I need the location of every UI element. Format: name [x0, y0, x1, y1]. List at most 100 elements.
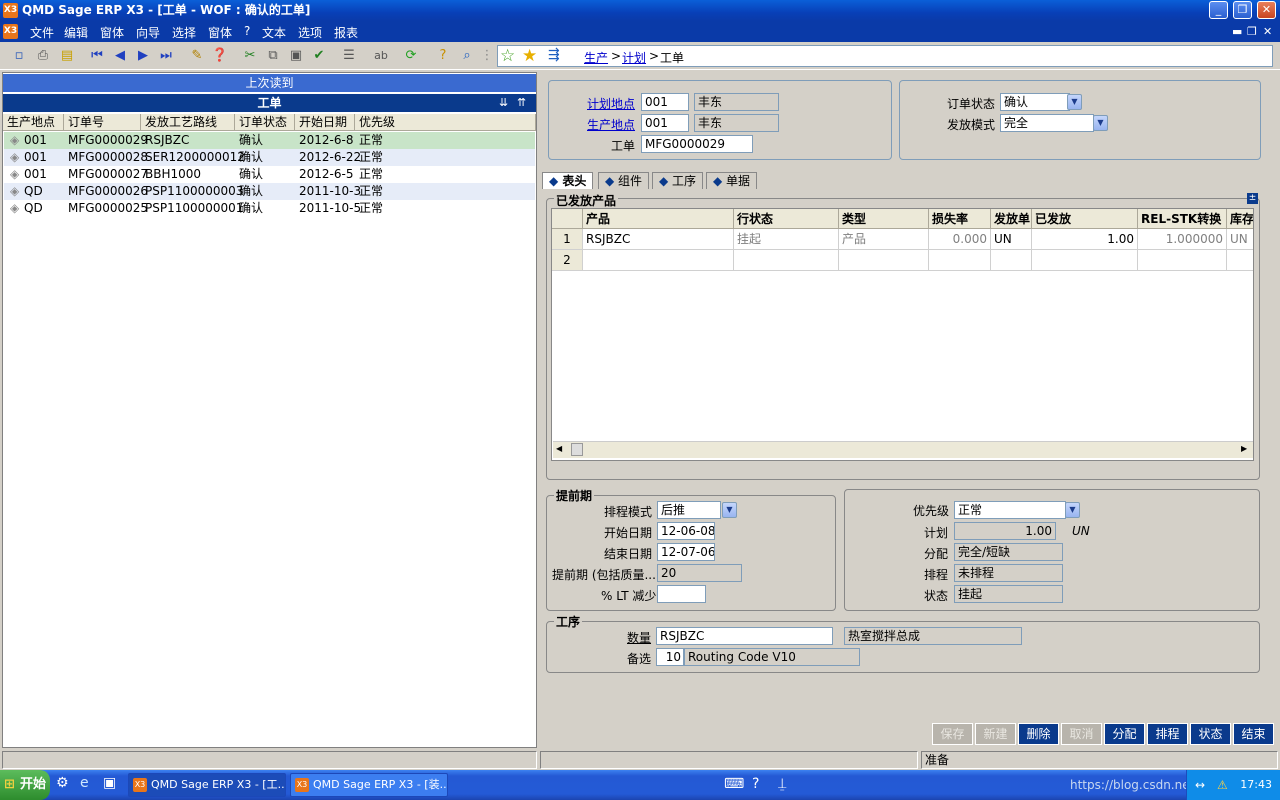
work-order-list-header[interactable]: 工单	[3, 94, 536, 112]
refresh-icon[interactable]: ⟳	[402, 47, 420, 65]
signpost-icon[interactable]: ⇶	[548, 47, 560, 63]
minimize-button[interactable]: _	[1209, 1, 1228, 19]
grid-cell-product[interactable]	[583, 250, 734, 271]
chevron-down-icon[interactable]: ▼	[1065, 502, 1080, 518]
breadcrumb-planning[interactable]: 计划	[622, 49, 646, 66]
quicklaunch-browser-icon[interactable]: e	[80, 775, 89, 791]
release-mode-select[interactable]: 完全	[1000, 114, 1094, 132]
menu-select[interactable]: 选择	[172, 24, 196, 41]
breadcrumb-production[interactable]: 生产	[584, 49, 608, 66]
cut-icon[interactable]: ✂	[241, 47, 259, 65]
previous-icon[interactable]: ◀	[111, 47, 129, 65]
chevron-down-icon[interactable]: ▼	[1067, 94, 1082, 110]
grid-cell-loss[interactable]	[929, 250, 991, 271]
favorite-outline-icon[interactable]: ☆	[500, 46, 515, 66]
taskbar-item[interactable]: X3 QMD Sage ERP X3 - [工...	[128, 773, 286, 797]
end-date-field[interactable]: 12-07-06	[657, 543, 715, 561]
grid-col-product[interactable]: 产品	[583, 209, 734, 229]
end-button[interactable]: 结束	[1233, 723, 1274, 745]
clock[interactable]: 17:43	[1240, 778, 1272, 791]
grid-col-loss[interactable]: 损失率	[929, 209, 991, 229]
grid-cell-type[interactable]	[839, 250, 929, 271]
grid-cell-line-status[interactable]: 挂起	[734, 229, 839, 250]
list-row[interactable]: ◈ QD MFG0000026 PSP1100000003 确认 2011-10…	[4, 183, 535, 200]
menu-window[interactable]: 窗体	[208, 24, 232, 41]
chevron-down-icon[interactable]: ▼	[1093, 115, 1108, 131]
new-icon[interactable]: ▫	[10, 47, 28, 65]
menu-wizard[interactable]: 向导	[136, 24, 160, 41]
arrow-tray-icon[interactable]: ↔	[1195, 770, 1205, 800]
app-icon[interactable]: X3	[3, 3, 18, 18]
plan-site-label[interactable]: 计划地点	[587, 95, 635, 112]
grid-options-icon[interactable]: ±	[1247, 193, 1258, 204]
tab-operations[interactable]: ◆ 工序	[652, 172, 704, 189]
menu-edit[interactable]: 编辑	[64, 24, 88, 41]
favorite-star-icon[interactable]: ★	[522, 46, 537, 66]
grid-cell-stock-unit[interactable]	[1227, 250, 1253, 271]
sched-mode-select[interactable]: 后推	[657, 501, 721, 519]
quicklaunch-desktop-icon[interactable]: ▣	[103, 775, 116, 791]
col-start[interactable]: 开始日期	[295, 114, 355, 131]
routing-field[interactable]: RSJBZC	[656, 627, 833, 645]
check-icon[interactable]: ✔	[310, 47, 328, 65]
col-order[interactable]: 订单号	[64, 114, 141, 131]
col-status[interactable]: 订单状态	[235, 114, 295, 131]
chevron-down-icon[interactable]: ▼	[722, 502, 737, 518]
keyboard-icon[interactable]: ⌨	[724, 776, 744, 792]
tab-documents[interactable]: ◆ 单据	[706, 172, 758, 189]
quicklaunch-settings-icon[interactable]: ⚙	[56, 775, 69, 791]
warning-tray-icon[interactable]: ⚠	[1217, 770, 1228, 800]
prod-site-label[interactable]: 生产地点	[587, 116, 635, 133]
new-button[interactable]: 新建	[975, 723, 1016, 745]
work-order-field[interactable]: MFG0000029	[641, 135, 753, 153]
lt-reduce-field[interactable]	[657, 585, 706, 603]
grid-col-type[interactable]: 类型	[839, 209, 929, 229]
col-route[interactable]: 发放工艺路线	[141, 114, 235, 131]
restore-button[interactable]: ❐	[1233, 1, 1252, 19]
grid-col-stock-unit[interactable]: 库存	[1227, 209, 1253, 229]
grid-cell-conv[interactable]: 1.000000	[1138, 229, 1227, 250]
mdi-close-icon[interactable]: ✕	[1263, 25, 1272, 38]
grid-cell-unit[interactable]: UN	[991, 229, 1032, 250]
last-read-header[interactable]: 上次读到	[3, 74, 536, 92]
expand-icon[interactable]: ⇊	[499, 96, 508, 109]
grid-col-released[interactable]: 已发放	[1032, 209, 1138, 229]
menu-help[interactable]: ?	[244, 24, 250, 38]
prod-site-field[interactable]: 001	[641, 114, 689, 132]
paste-icon[interactable]: ▣	[287, 47, 305, 65]
list-row[interactable]: ◈ QD MFG0000025 PSP1100000001 确认 2011-10…	[4, 200, 535, 217]
col-site[interactable]: 生产地点	[3, 114, 64, 131]
text-icon[interactable]: ab	[372, 47, 390, 65]
grid-col-line-status[interactable]: 行状态	[734, 209, 839, 229]
tab-header[interactable]: ◆ 表头	[542, 172, 594, 189]
print-icon[interactable]: ⎙	[34, 47, 52, 65]
horizontal-scrollbar[interactable]: ◀ ▶	[553, 441, 1253, 458]
grid-row-number[interactable]: 1	[552, 229, 583, 250]
plan-site-field[interactable]: 001	[641, 93, 689, 111]
list-row[interactable]: ◈ 001 MFG0000027 BBH1000 确认 2012-6-5 正常	[4, 166, 535, 183]
grid-cell-loss[interactable]: 0.000	[929, 229, 991, 250]
col-priority[interactable]: 优先级	[355, 114, 536, 131]
close-button[interactable]: ✕	[1257, 1, 1276, 19]
grid-cell-stock-unit[interactable]: UN	[1227, 229, 1253, 250]
menu-form[interactable]: 窗体	[100, 24, 124, 41]
grid-cell-released[interactable]	[1032, 250, 1138, 271]
link-icon[interactable]: ✎	[188, 47, 206, 65]
list-row[interactable]: ◈ 001 MFG0000029 RSJBZC 确认 2012-6-8 正常	[4, 132, 535, 149]
grid-col-conv[interactable]: REL-STK转换	[1138, 209, 1227, 229]
mdi-restore-icon[interactable]: ❐	[1247, 25, 1257, 38]
alt-field[interactable]: 10	[656, 648, 684, 666]
qty-label[interactable]: 数量	[627, 629, 651, 646]
schedule-button[interactable]: 排程	[1147, 723, 1188, 745]
grid-cell-unit[interactable]	[991, 250, 1032, 271]
priority-select[interactable]: 正常	[954, 501, 1066, 519]
delete-button[interactable]: 删除	[1018, 723, 1059, 745]
menu-reports[interactable]: 报表	[334, 24, 358, 41]
scroll-right-icon[interactable]: ▶	[1241, 444, 1247, 453]
scroll-thumb[interactable]	[571, 443, 583, 456]
scroll-left-icon[interactable]: ◀	[556, 444, 562, 453]
help-icon[interactable]: ?	[434, 47, 452, 65]
order-status-select[interactable]: 确认	[1000, 93, 1070, 111]
next-icon[interactable]: ▶	[134, 47, 152, 65]
copy-icon[interactable]: ⧉	[264, 47, 282, 65]
